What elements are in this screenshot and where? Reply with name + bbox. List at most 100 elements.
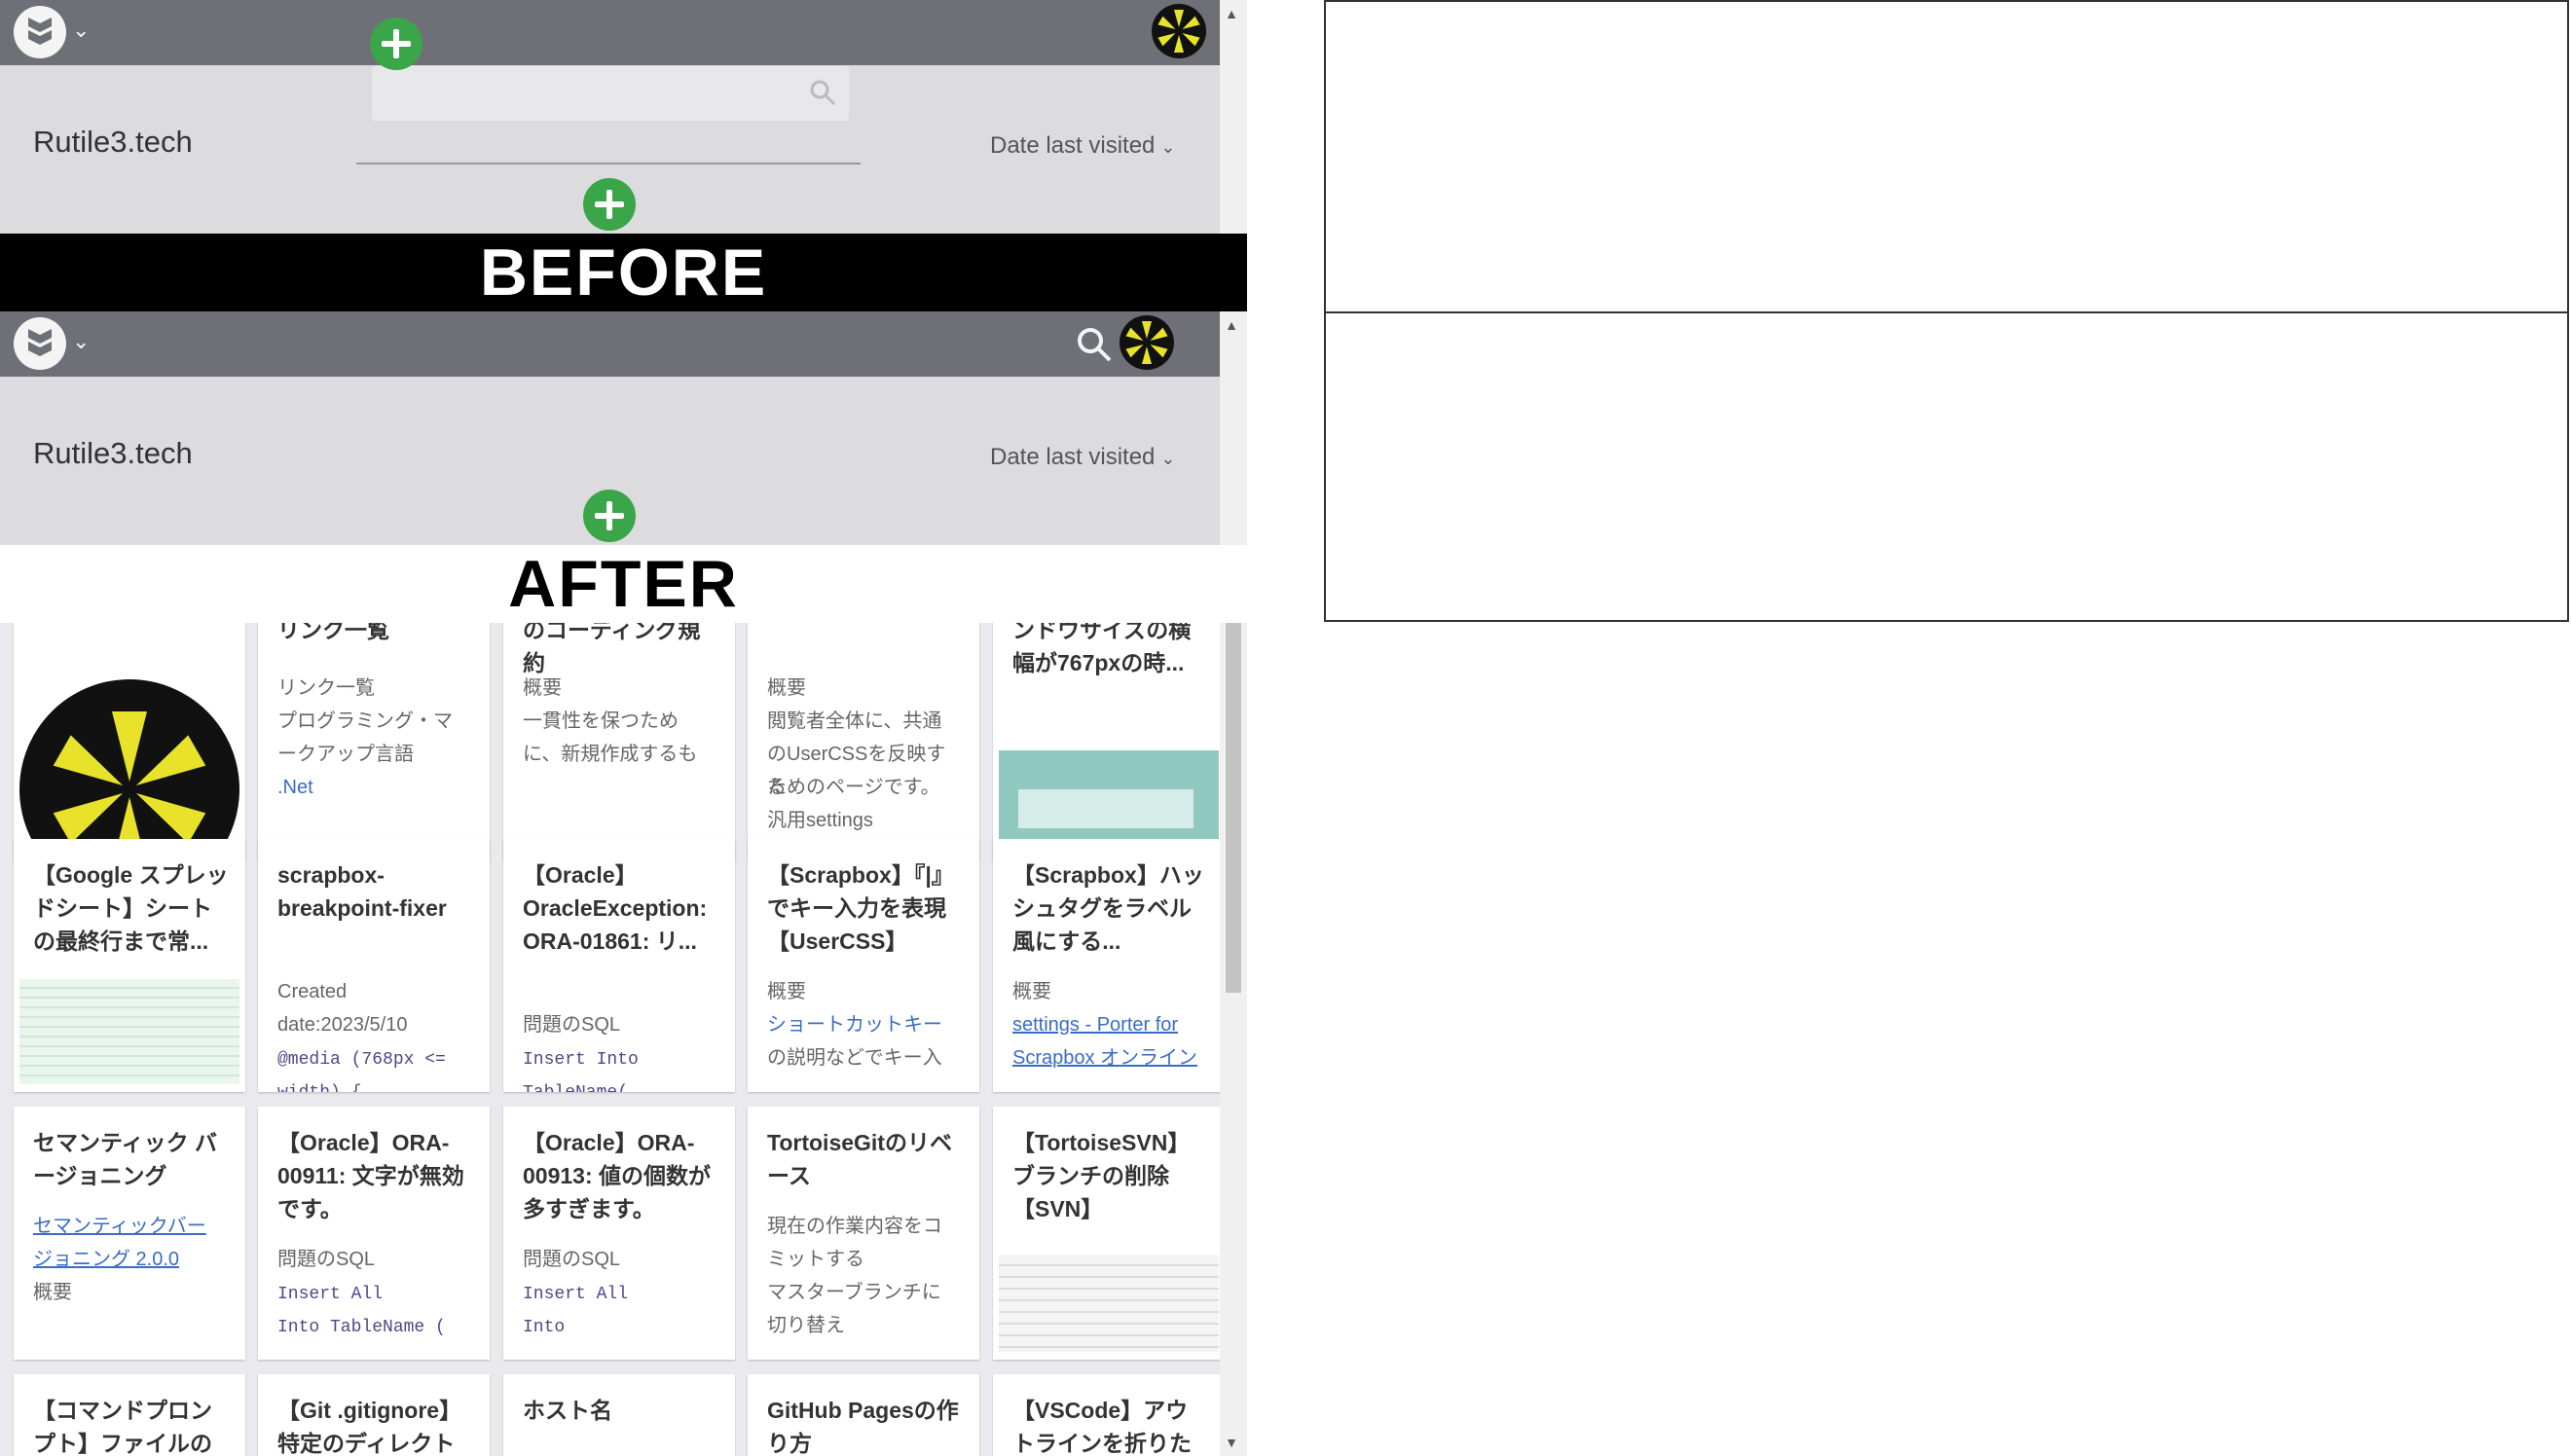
card-summary-text: 問題のSQL bbox=[523, 1249, 621, 1270]
card-summary-line: @media (768px <= bbox=[277, 1041, 474, 1076]
page-card[interactable]: 【Scrapbox】『|』でキー入力を表現【UserCSS】 概要 ショートカットキ… bbox=[748, 839, 979, 1092]
scrapbox-logo-icon[interactable] bbox=[14, 317, 66, 370]
search-icon[interactable] bbox=[808, 78, 837, 112]
chevron-down-icon[interactable]: ⌄ bbox=[72, 18, 90, 43]
card-title: ホスト名 bbox=[523, 1398, 612, 1423]
user-avatar-icon[interactable] bbox=[1120, 315, 1174, 370]
page-card[interactable]: ホスト名 bbox=[503, 1374, 735, 1456]
card-summary-text: 現在の作業内容をコ bbox=[767, 1216, 942, 1237]
add-page-button[interactable] bbox=[583, 490, 636, 542]
page-card[interactable]: のコーディング規約 概要 一貫性を保つため に、新規作成するも bbox=[503, 623, 735, 860]
card-summary-text: ークアップ言語 bbox=[277, 744, 414, 765]
card-summary-text: Created bbox=[277, 981, 348, 1002]
card-title: 【Oracle】ORA-00911: 文字が無効です。 bbox=[277, 1130, 464, 1221]
card-summary-line: ショートカットキー bbox=[767, 1008, 964, 1041]
page-card[interactable]: TortoiseGitのリベース 現在の作業内容をコ ミットする マスターブランチに切… bbox=[748, 1107, 979, 1360]
card-title: ンドウサイズの横幅が767pxの時... bbox=[1012, 623, 1192, 675]
card-summary-text: Insert Into bbox=[523, 1050, 639, 1070]
card-summary-text: 汎用settings bbox=[767, 810, 873, 831]
add-page-button[interactable] bbox=[370, 18, 422, 70]
sort-label: Date last visited bbox=[990, 132, 1156, 159]
scroll-up-arrow-icon[interactable]: ▲ bbox=[1225, 6, 1238, 21]
page-card[interactable]: 【Oracle】OracleException: ORA-01861: リ...… bbox=[503, 839, 735, 1092]
card-summary-line: Into TableName ( bbox=[277, 1309, 474, 1344]
sort-select[interactable]: Date last visited ⌄ bbox=[990, 444, 1176, 471]
search-icon[interactable] bbox=[1075, 325, 1114, 369]
card-title: 【Oracle】ORA-00913: 値の個数が多すぎます。 bbox=[523, 1130, 712, 1221]
page-card[interactable]: 【Git .gitignore】特定のディレクト bbox=[258, 1374, 490, 1456]
project-title[interactable]: Rutile3.tech bbox=[33, 436, 193, 471]
scrollbar[interactable]: ▲ bbox=[1220, 0, 1247, 234]
chevron-down-icon: ⌄ bbox=[1160, 137, 1176, 157]
page-card[interactable]: scrapbox-breakpoint-fixer Created date:202… bbox=[258, 839, 490, 1092]
page-card[interactable]: 【TortoiseSVN】ブランチの削除【SVN】 bbox=[993, 1107, 1225, 1360]
card-title: 【Scrapbox】ハッシュタグをラベル風にする... bbox=[1012, 862, 1204, 954]
card-summary-text[interactable]: Scrapbox オンライン bbox=[1012, 1047, 1197, 1069]
sort-label: Date last visited bbox=[990, 444, 1156, 470]
page-grid: リンク一覧 リンク一覧 プログラミング・マ ークアップ言語 .Net のコーディング規約概… bbox=[0, 623, 1247, 1456]
card-summary-line: ジョニング 2.0.0 bbox=[33, 1243, 230, 1276]
card-summary-text: Into bbox=[523, 1318, 566, 1337]
card-summary-text: TableName( bbox=[523, 1083, 628, 1092]
card-summary-text: 概要 bbox=[1012, 981, 1051, 1002]
card-summary-text: .Net bbox=[277, 777, 313, 798]
page-card[interactable]: GitHub Pagesの作り方 bbox=[748, 1374, 979, 1456]
card-summary-text[interactable]: settings - Porter for bbox=[1012, 1014, 1178, 1036]
frame-divider bbox=[1326, 311, 2567, 313]
after-banner: AFTER bbox=[0, 545, 1247, 623]
card-summary-text: プログラミング・マ bbox=[277, 710, 453, 732]
page-card[interactable]: 【Oracle】ORA-00913: 値の個数が多すぎます。 問題のSQL Inse… bbox=[503, 1107, 735, 1360]
card-summary-text: 概要 bbox=[767, 677, 806, 699]
page-card[interactable]: 【Google スプレッドシート】シートの最終行まで常... bbox=[14, 839, 245, 1092]
card-summary-line: の説明などでキー入 bbox=[767, 1041, 964, 1074]
page-card[interactable] bbox=[14, 623, 245, 860]
card-summary-text: 切り替え bbox=[767, 1315, 845, 1336]
card-summary-text: 一貫性を保つため bbox=[523, 710, 679, 732]
card-summary-line: settings - Porter for bbox=[1012, 1008, 1209, 1041]
card-summary-line: プログラミング・マ bbox=[277, 705, 474, 738]
card-title: 【Git .gitignore】特定のディレクト bbox=[277, 1398, 462, 1456]
search-dropdown bbox=[356, 0, 861, 164]
card-summary-text[interactable]: セマンティックバー bbox=[33, 1216, 206, 1237]
scroll-up-arrow-icon[interactable]: ▲ bbox=[1225, 317, 1238, 333]
card-summary-line: .Net bbox=[277, 771, 474, 804]
project-title[interactable]: Rutile3.tech bbox=[33, 125, 193, 160]
card-summary-text[interactable]: ジョニング 2.0.0 bbox=[33, 1249, 179, 1270]
card-summary-line: 一貫性を保つため bbox=[523, 705, 719, 738]
page-card[interactable]: 【Oracle】ORA-00911: 文字が無効です。 問題のSQL Insert … bbox=[258, 1107, 490, 1360]
card-summary-line: 切り替え bbox=[767, 1309, 964, 1342]
page-card[interactable]: セマンティック バージョニング セマンティックバー ジョニング 2.0.0 概要 bbox=[14, 1107, 245, 1360]
before-banner: BEFORE bbox=[0, 234, 1247, 311]
chevron-down-icon[interactable]: ⌄ bbox=[72, 329, 90, 354]
page-card[interactable]: 【Scrapbox】ハッシュタグをラベル風にする... 概要 settings - … bbox=[993, 839, 1225, 1092]
scroll-down-arrow-icon[interactable]: ▼ bbox=[1225, 1435, 1238, 1450]
search-input[interactable] bbox=[372, 66, 849, 121]
card-title: セマンティック バージョニング bbox=[33, 1130, 218, 1188]
page-card[interactable]: 【コマンドプロンプト】ファイルの bbox=[14, 1374, 245, 1456]
card-summary-text: リンク一覧 bbox=[277, 677, 375, 699]
card-summary-text: の説明などでキー入 bbox=[767, 1047, 942, 1069]
card-summary-line: width) { bbox=[277, 1074, 474, 1092]
card-thumbnail bbox=[999, 750, 1219, 853]
user-avatar-icon[interactable] bbox=[1152, 4, 1206, 58]
page-card[interactable]: 【VSCode】アウトラインを折りた bbox=[993, 1374, 1225, 1456]
card-summary-line: Into bbox=[523, 1309, 719, 1344]
scrollbar[interactable]: ▲ bbox=[1220, 311, 1247, 545]
sort-select[interactable]: Date last visited ⌄ bbox=[990, 132, 1176, 160]
scrollbar[interactable]: ▼ bbox=[1220, 623, 1247, 1456]
add-page-button[interactable] bbox=[583, 178, 636, 231]
card-title: scrapbox-breakpoint-fixer bbox=[277, 862, 447, 921]
card-title: 【VSCode】アウトラインを折りた bbox=[1012, 1398, 1192, 1456]
page-card[interactable]: リンク一覧 リンク一覧 プログラミング・マ ークアップ言語 .Net bbox=[258, 623, 490, 860]
scrapbox-logo-icon[interactable] bbox=[14, 6, 66, 58]
card-thumbnail bbox=[19, 677, 239, 853]
card-summary-line: Insert Into bbox=[523, 1041, 719, 1076]
card-summary-text: 問題のSQL bbox=[523, 1014, 621, 1036]
card-summary-line: date:2023/5/10 bbox=[277, 1008, 474, 1041]
chevron-down-icon: ⌄ bbox=[1160, 449, 1176, 468]
scrollbar-thumb[interactable] bbox=[1226, 623, 1241, 993]
page-card[interactable]: 概要 閲覧者全体に、共通 のUserCSSを反映する ためのページです。 汎用setti… bbox=[748, 623, 979, 860]
card-summary-line: Scrapbox オンライン bbox=[1012, 1041, 1209, 1074]
page-card[interactable]: ンドウサイズの横幅が767pxの時... bbox=[993, 623, 1225, 860]
card-summary-text: @media (768px <= bbox=[277, 1050, 446, 1070]
